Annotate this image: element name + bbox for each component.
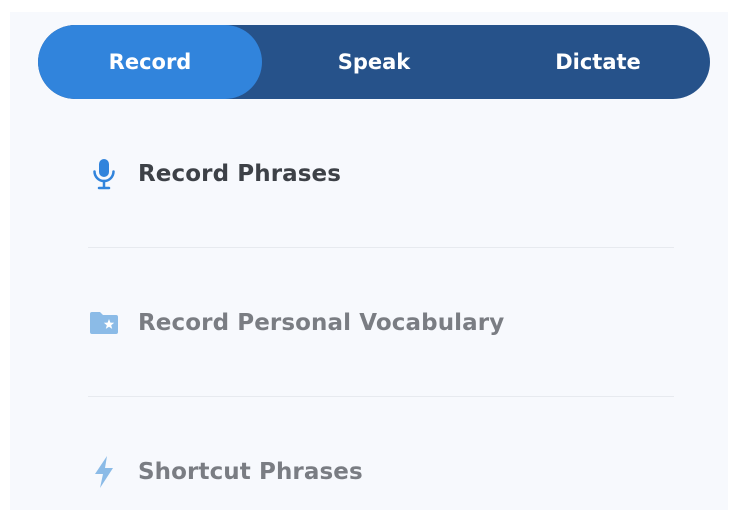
folder-star-icon	[88, 307, 120, 339]
tab-dictate[interactable]: Dictate	[486, 25, 710, 99]
menu-item-shortcut-phrases[interactable]: Shortcut Phrases	[88, 442, 674, 502]
divider	[88, 396, 674, 397]
menu-item-label: Record Phrases	[138, 161, 342, 187]
tab-speak[interactable]: Speak	[262, 25, 486, 99]
menu-item-record-personal-vocabulary[interactable]: Record Personal Vocabulary	[88, 293, 674, 353]
mode-tab-bar: Record Speak Dictate	[38, 25, 710, 99]
menu-item-record-phrases[interactable]: Record Phrases	[88, 144, 674, 204]
tab-record[interactable]: Record	[38, 25, 262, 99]
lightning-icon	[88, 456, 120, 488]
divider	[88, 247, 674, 248]
microphone-icon	[88, 158, 120, 190]
menu-item-label: Record Personal Vocabulary	[138, 310, 505, 336]
menu-item-label: Shortcut Phrases	[138, 459, 363, 485]
